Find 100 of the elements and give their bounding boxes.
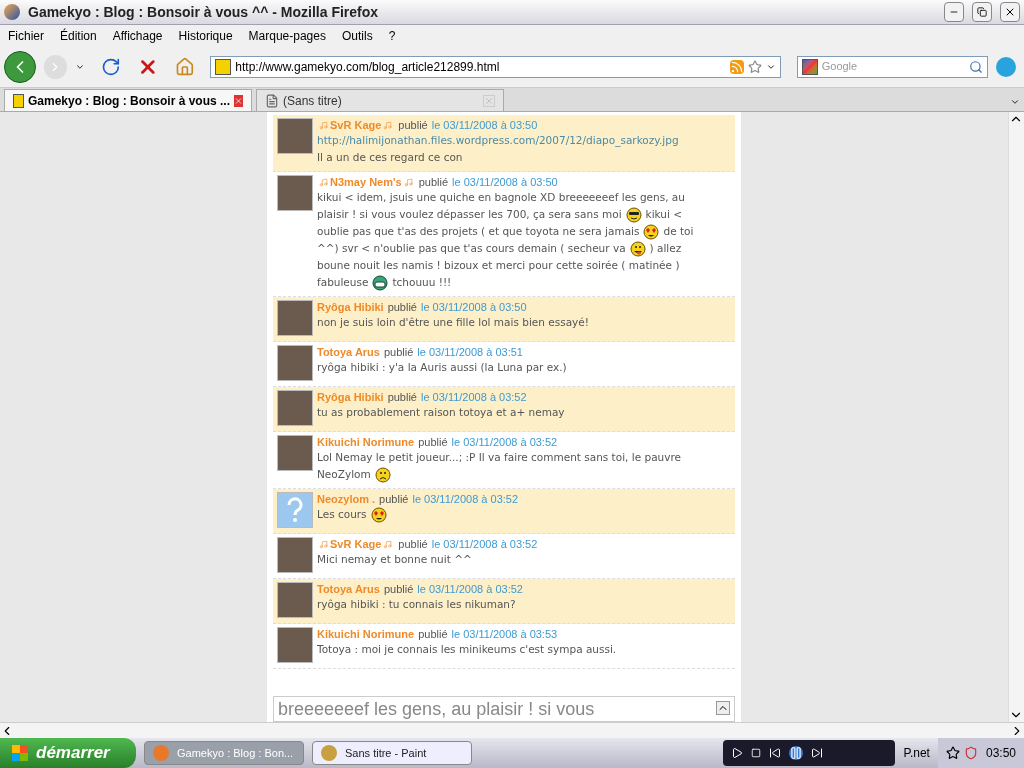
reload-icon[interactable] <box>101 56 121 77</box>
published-label: publié <box>387 300 417 314</box>
back-button[interactable] <box>4 50 36 83</box>
search-bar[interactable]: Google <box>796 55 989 78</box>
author-name[interactable]: Kikuichi Norimune <box>317 627 415 641</box>
browser-tab[interactable]: (Sans titre) <box>256 89 504 111</box>
menu-item[interactable]: Historique <box>178 26 233 45</box>
author-name[interactable]: N3may Nem's <box>330 175 402 189</box>
comment-date[interactable]: le 03/11/2008 à 03:52 <box>451 435 558 449</box>
author-name[interactable]: SvR Kage <box>330 118 382 132</box>
menu-item[interactable]: ? <box>388 26 396 45</box>
comment-text: plaisir ! si vous voulez dépasser les 700, ça sera sans moi <box>317 207 622 222</box>
star-icon[interactable] <box>747 59 762 74</box>
published-label: publié <box>398 118 428 132</box>
menu-item[interactable]: Marque-pages <box>248 26 326 45</box>
horizontal-scrollbar[interactable] <box>0 722 1024 738</box>
comment-text: ryôga hibiki : y'a la Auris aussi (la Luna par ex.) <box>317 360 567 375</box>
vertical-scrollbar[interactable] <box>1008 112 1024 722</box>
comment-text: ^^) svr < n'oublie pas que t'as cours demain ( secheur va <box>317 241 626 256</box>
comment-date[interactable]: le 03/11/2008 à 03:52 <box>412 492 519 506</box>
published-label: publié <box>387 390 417 404</box>
author-name[interactable]: Totoya Arus <box>317 345 380 359</box>
address-bar[interactable]: http://www.gamekyo.com/blog_article212899.html <box>210 55 781 78</box>
play-icon[interactable] <box>731 747 744 759</box>
comment-text: Il a un de ces regard ce con <box>317 150 463 165</box>
menu-item[interactable]: Affichage <box>112 26 163 45</box>
music-note-icon <box>319 120 328 130</box>
comment-text: Mici nemay et bonne nuit ^^ <box>317 552 472 567</box>
music-note-icon <box>403 177 413 187</box>
published-label: publié <box>418 175 449 189</box>
author-name[interactable]: Ryôga Hibiki <box>317 390 384 404</box>
site-favicon-icon <box>215 58 232 75</box>
author-name[interactable]: Kikuichi Norimune <box>317 435 415 449</box>
comment-text: Les cours <box>317 507 367 522</box>
comment-text: kikui < <box>645 207 683 222</box>
pause-icon[interactable] <box>789 746 804 760</box>
comment-date[interactable]: le 03/11/2008 à 03:50 <box>452 175 558 189</box>
music-note-icon <box>319 539 328 549</box>
tab-list-icon[interactable] <box>1010 97 1020 107</box>
minimize-button[interactable] <box>944 2 964 22</box>
app-icon <box>153 745 169 761</box>
author-name[interactable]: Neozylom . <box>317 492 376 506</box>
browser-logo-icon <box>4 4 20 20</box>
taskbar-button[interactable]: Gamekyo : Blog : Bon... <box>144 741 304 765</box>
published-label: publié <box>379 492 409 506</box>
comment-text: ryôga hibiki : tu connais les nikuman? <box>317 597 516 612</box>
start-button[interactable]: démarrer <box>0 738 136 768</box>
stop-icon[interactable] <box>751 748 762 758</box>
comment-text: non je suis loin d'être une fille lol mais bien essayé! <box>317 315 589 330</box>
search-engine-icon[interactable] <box>801 58 818 75</box>
page-icon <box>265 93 279 108</box>
comment-text: Lol Nemay le petit joueur...; :P Il va faire comment sans toi, le pauvre <box>317 450 681 465</box>
app-icon <box>321 745 337 761</box>
tab-label: Gamekyo : Blog : Bonsoir à vous ... <box>27 92 230 110</box>
close-tab-icon[interactable] <box>234 94 243 107</box>
menu-item[interactable]: Fichier <box>8 26 44 45</box>
comment-date[interactable]: le 03/11/2008 à 03:50 <box>421 300 527 314</box>
comment-text: tchouuu !!! <box>392 275 452 290</box>
published-label: publié <box>383 582 414 596</box>
next-icon[interactable] <box>811 747 824 759</box>
restore-icon <box>977 7 987 17</box>
star-icon[interactable] <box>945 746 960 760</box>
windows-logo-icon <box>12 745 28 761</box>
browser-tab[interactable]: Gamekyo : Blog : Bonsoir à vous ... <box>4 89 252 111</box>
author-name[interactable]: Ryôga Hibiki <box>317 300 384 314</box>
comment-date[interactable]: le 03/11/2008 à 03:52 <box>417 582 523 596</box>
search-field[interactable]: Google <box>821 58 966 75</box>
comment-text: boune nouit les namis ! bizoux et merci pour cette soirée ( matinée ) <box>317 258 680 273</box>
published-label: publié <box>418 435 448 449</box>
comment-date[interactable]: le 03/11/2008 à 03:51 <box>417 345 523 359</box>
tab-label: (Sans titre) <box>283 92 343 110</box>
home-icon[interactable] <box>174 56 195 77</box>
previous-icon[interactable] <box>769 747 782 759</box>
comment-date[interactable]: le 03/11/2008 à 03:52 <box>431 537 538 551</box>
site-favicon-icon <box>13 93 24 108</box>
comment-text: kikui < idem, jsuis une quiche en bagnole XD breeeeeeef les gens, au <box>317 190 685 205</box>
restore-button[interactable] <box>972 2 992 22</box>
menu-item[interactable]: Édition <box>60 26 97 45</box>
taskbar-button[interactable]: Sans titre - Paint <box>312 741 472 765</box>
window-title: Gamekyo : Blog : Bonsoir à vous ^^ - Mozilla Firefox <box>28 2 380 22</box>
comment-date[interactable]: le 03/11/2008 à 03:53 <box>451 627 558 641</box>
comment-text: NeoZylom <box>317 467 371 482</box>
published-label: publié <box>383 345 414 359</box>
address-field[interactable]: http://www.gamekyo.com/blog_article212899.html <box>235 57 726 76</box>
comment-text: ) allez <box>649 241 682 256</box>
search-icon[interactable] <box>969 59 984 74</box>
author-name[interactable]: SvR Kage <box>330 537 382 551</box>
comment-date[interactable]: le 03/11/2008 à 03:52 <box>421 390 527 404</box>
comment-date[interactable]: le 03/11/2008 à 03:50 <box>431 118 538 132</box>
grinning-smiley-icon <box>372 274 389 291</box>
comment-link[interactable]: http://halimijonathan.files.wordpress.com/2007/12/diapo_sarkozy.jpg <box>317 132 731 149</box>
published-label: publié <box>398 537 428 551</box>
sunglasses-smiley-icon <box>625 206 642 223</box>
close-button[interactable] <box>1000 2 1020 22</box>
author-name[interactable]: Totoya Arus <box>317 582 380 596</box>
comment-text: fabuleuse <box>317 275 369 290</box>
comment-text: de toi <box>663 224 694 239</box>
menu-item[interactable]: Outils <box>341 26 373 45</box>
toolbar-label: P.net <box>903 745 930 762</box>
sad-smiley-icon <box>374 466 391 483</box>
